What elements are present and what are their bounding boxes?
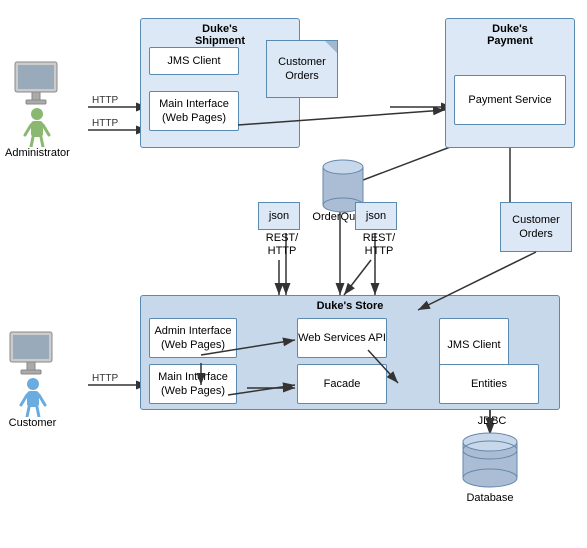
customer-label: Customer [9, 417, 57, 429]
svg-text:HTTP: HTTP [92, 118, 118, 129]
svg-text:HTTP: HTTP [92, 373, 118, 384]
rest-http-right-label: REST/ HTTP [358, 232, 400, 258]
database-label: Database [466, 492, 513, 504]
main-interface-bottom-box: Main Interface (Web Pages) [149, 364, 237, 404]
rest-http-left-label: REST/ HTTP [261, 232, 303, 258]
administrator-actor: Administrator [5, 60, 70, 159]
payment-service-box: Payment Service [454, 75, 566, 125]
web-services-api-box: Web Services API [297, 318, 387, 358]
facade-box: Facade [297, 364, 387, 404]
customer-orders-right-box: Customer Orders [500, 202, 572, 252]
dukes-payment-title: Duke's Payment [446, 23, 574, 47]
svg-text:HTTP: HTTP [92, 95, 118, 106]
database-cylinder: Database [455, 430, 525, 504]
main-interface-top-box: Main Interface (Web Pages) [149, 91, 239, 131]
customer-orders-top: Customer Orders [266, 40, 338, 98]
json-left-box: json [258, 202, 300, 230]
customer-person-icon [19, 377, 47, 417]
administrator-label: Administrator [5, 147, 70, 159]
diagram: HTTP HTTP HTTP [0, 0, 587, 548]
jms-client-top-box: JMS Client [149, 47, 239, 75]
admin-interface-box: Admin Interface (Web Pages) [149, 318, 237, 358]
dukes-store-title: Duke's Store [141, 300, 559, 312]
person-icon [23, 107, 51, 147]
json-right-box: json [355, 202, 397, 230]
dukes-payment-container: Duke's Payment Payment Service [445, 18, 575, 148]
customer-actor: Customer [5, 330, 60, 429]
dukes-store-container: Duke's Store Admin Interface (Web Pages)… [140, 295, 560, 410]
jdbc-label: JDBC [472, 415, 512, 427]
entities-box: Entities [439, 364, 539, 404]
